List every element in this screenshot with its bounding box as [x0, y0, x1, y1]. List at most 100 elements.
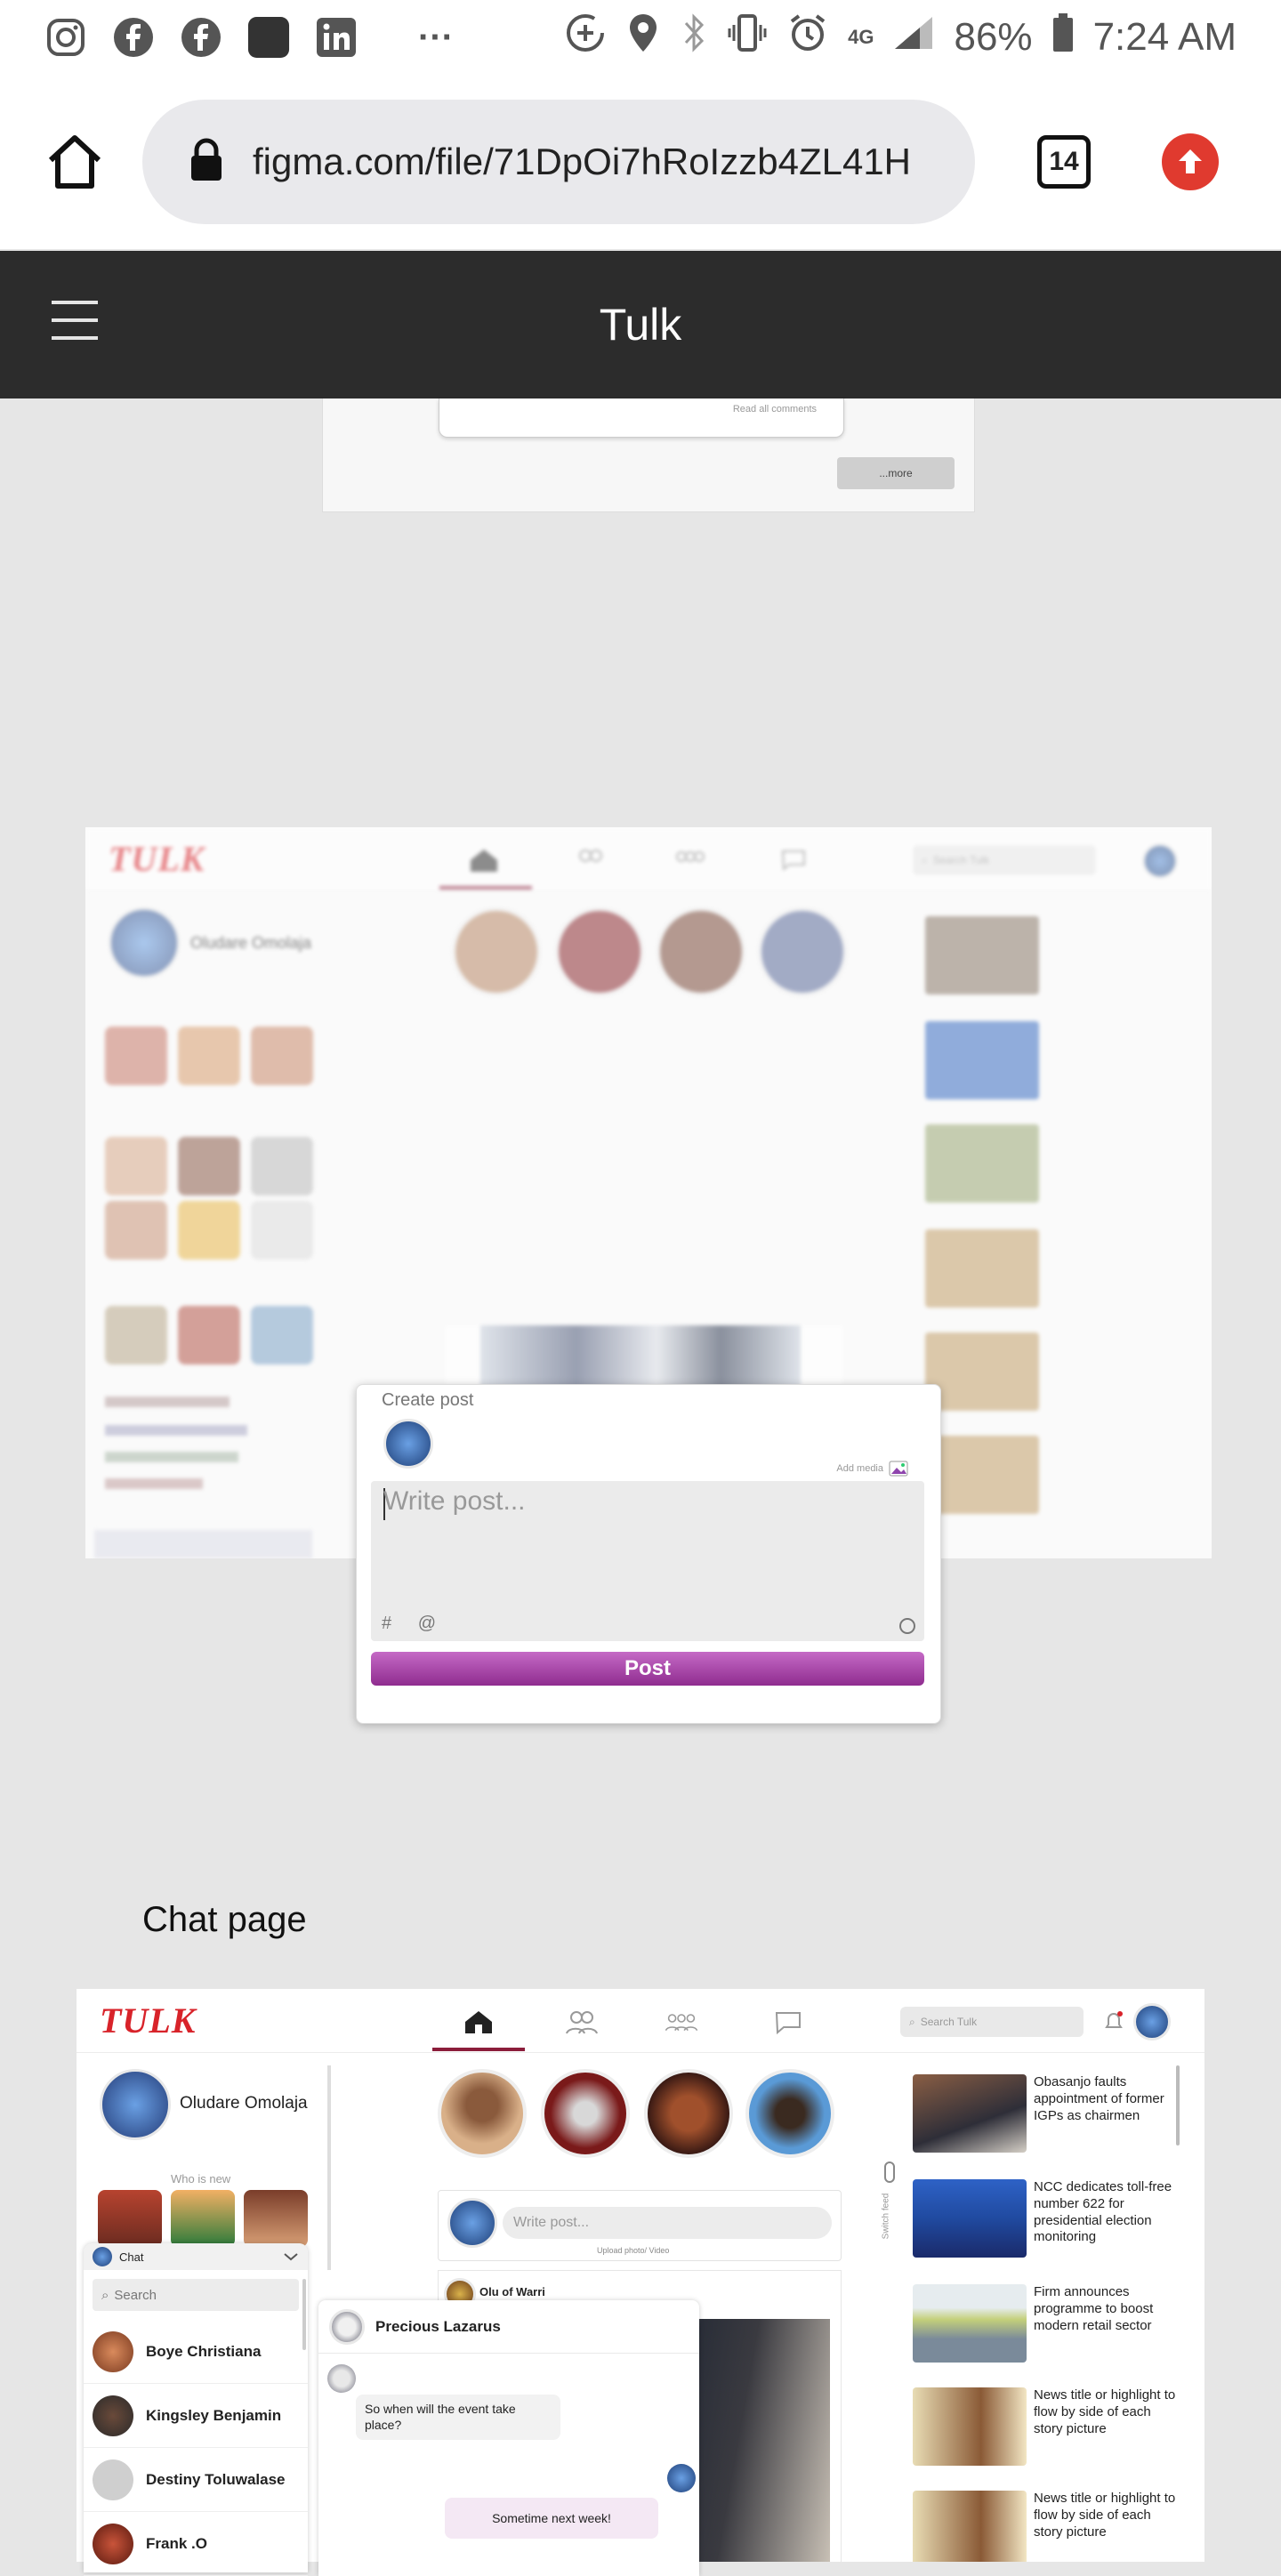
- chat-contact[interactable]: Kingsley Benjamin: [84, 2384, 308, 2448]
- story: [452, 907, 541, 996]
- chevron-down-icon[interactable]: [283, 2250, 299, 2264]
- friend-photo: [105, 1201, 167, 1260]
- contact-name: Kingsley Benjamin: [146, 2406, 282, 2424]
- location-icon: [625, 12, 661, 63]
- post-author[interactable]: Olu of Warri: [479, 2285, 545, 2298]
- contact-avatar: [93, 2459, 133, 2500]
- app-square-icon: [247, 16, 290, 59]
- new-user-photo[interactable]: [98, 2190, 162, 2247]
- home-icon[interactable]: [43, 130, 107, 194]
- post-textarea[interactable]: Write post... # @: [371, 1481, 924, 1641]
- chat-contact[interactable]: Boye Christiana: [84, 2320, 308, 2384]
- chat-search-input[interactable]: ⌕ Search: [93, 2279, 299, 2311]
- hashtag-button[interactable]: #: [382, 1614, 402, 1633]
- post-card-fragment: Read all comments ...more: [322, 398, 975, 512]
- write-post-input[interactable]: Write post...: [503, 2207, 832, 2239]
- more-notifications-icon: ···: [418, 17, 454, 57]
- search-input: ⌕ Search Tulk: [913, 845, 1096, 875]
- search-input[interactable]: ⌕ Search Tulk: [900, 2007, 1084, 2037]
- url-text[interactable]: figma.com/file/71DpOi7hRoIzzb4ZL41H: [253, 141, 911, 183]
- tab-switcher-button[interactable]: 14: [1037, 135, 1091, 189]
- create-post-modal: Create post Add media Write post... # @ …: [356, 1384, 941, 1724]
- mention-button[interactable]: @: [418, 1614, 447, 1633]
- chat-page-label: Chat page: [142, 1900, 307, 1939]
- home-icon: [466, 847, 502, 873]
- chat-contact[interactable]: Destiny Toluwalase: [84, 2448, 308, 2512]
- figma-canvas[interactable]: Read all comments ...more TULK ⌕ Search …: [0, 398, 1281, 2576]
- upload-button[interactable]: [1162, 133, 1219, 190]
- alarm-icon: [787, 12, 828, 63]
- profile-name: Oludare Omolaja: [190, 934, 312, 952]
- battery-icon: [1052, 12, 1074, 62]
- story[interactable]: [438, 2069, 527, 2158]
- friend-photo: [105, 1137, 167, 1195]
- news-thumbnail: [913, 2387, 1027, 2466]
- news-item[interactable]: Obasanjo faults appointment of former IG…: [913, 2074, 1180, 2154]
- chat-bar: [94, 1530, 312, 1558]
- new-user-photo[interactable]: [171, 2190, 235, 2247]
- more-button[interactable]: ...more: [837, 457, 955, 489]
- news-item[interactable]: NCC dedicates toll-free number 622 for p…: [913, 2179, 1180, 2259]
- news-headline: News title or highlight to flow by side …: [1034, 2387, 1176, 2436]
- groups-icon: [673, 847, 708, 873]
- who-is-new-label: Who is new: [171, 2172, 231, 2186]
- home-icon[interactable]: [461, 2008, 496, 2035]
- news-thumbnail: [925, 1021, 1039, 1099]
- story[interactable]: [541, 2069, 630, 2158]
- user-avatar[interactable]: [1133, 2003, 1171, 2041]
- messages-icon: [776, 847, 811, 873]
- groups-icon[interactable]: [664, 2008, 699, 2035]
- data-saver-icon: [565, 12, 606, 63]
- news-item[interactable]: News title or highlight to flow by side …: [913, 2387, 1180, 2467]
- group-photo: [105, 1306, 167, 1364]
- conversation-header[interactable]: Precious Lazarus: [318, 2300, 699, 2354]
- news-scrollbar[interactable]: [1176, 2065, 1180, 2145]
- news-thumbnail: [925, 1332, 1039, 1411]
- url-bar[interactable]: figma.com/file/71DpOi7hRoIzzb4ZL41H: [142, 100, 975, 224]
- news-headline: NCC dedicates toll-free number 622 for p…: [1034, 2179, 1172, 2245]
- file-title: Tulk: [599, 300, 682, 350]
- chat-contact[interactable]: Frank .O: [84, 2512, 308, 2576]
- news-item[interactable]: News title or highlight to flow by side …: [913, 2491, 1180, 2562]
- upload-media-link[interactable]: Upload photo/ Video: [597, 2246, 669, 2255]
- chat-scrollbar[interactable]: [302, 2279, 306, 2350]
- story: [555, 907, 644, 996]
- news-item[interactable]: Firm announces programme to boost modern…: [913, 2284, 1180, 2364]
- write-post-box: Write post... Upload photo/ Video: [438, 2190, 842, 2261]
- friends-icon[interactable]: [564, 2008, 600, 2035]
- frame1-nav: TULK ⌕ Search Tulk: [85, 827, 1212, 891]
- profile-name[interactable]: Oludare Omolaja: [180, 2094, 308, 2113]
- new-user-photo[interactable]: [244, 2190, 308, 2247]
- menu-icon[interactable]: [52, 301, 98, 340]
- chat-panel: Chat ⌕ Search Boye Christiana Kingsley B…: [84, 2243, 308, 2576]
- conversation-window: Precious Lazarus So when will the event …: [318, 2300, 699, 2576]
- read-all-comments-link[interactable]: Read all comments: [733, 404, 817, 415]
- comments-card: Read all comments: [439, 398, 844, 438]
- search-icon: ⌕: [922, 853, 928, 866]
- arrow-up-icon: [1179, 149, 1202, 173]
- friend-photo: [178, 1137, 240, 1195]
- modal-user-avatar: [383, 1419, 433, 1469]
- story[interactable]: [745, 2069, 834, 2158]
- news-thumbnail: [913, 2179, 1027, 2258]
- story[interactable]: [644, 2069, 733, 2158]
- emoji-icon[interactable]: [899, 1618, 915, 1634]
- chat-header[interactable]: Chat: [84, 2243, 308, 2270]
- profile-avatar[interactable]: [100, 2069, 171, 2140]
- friend-photo: [251, 1201, 313, 1260]
- switch-feed-toggle[interactable]: [884, 2161, 895, 2183]
- new-user-photo: [178, 1026, 240, 1085]
- tulk-logo: TULK: [109, 839, 205, 879]
- active-tab-indicator: [439, 886, 532, 890]
- messages-icon[interactable]: [770, 2008, 806, 2035]
- status-bar: ··· 4G 86% 7:24 AM: [0, 0, 1281, 75]
- contact-name: Frank .O: [146, 2534, 207, 2552]
- contact-line: [105, 1425, 247, 1436]
- modal-title: Create post: [382, 1390, 474, 1410]
- add-media-button[interactable]: Add media: [836, 1460, 908, 1477]
- contact-line: [105, 1478, 203, 1489]
- notification-bell-icon[interactable]: [1103, 2010, 1124, 2038]
- post-button[interactable]: Post: [371, 1652, 924, 1686]
- profile-avatar: [109, 907, 180, 978]
- news-headline: News title or highlight to flow by side …: [1034, 2491, 1176, 2540]
